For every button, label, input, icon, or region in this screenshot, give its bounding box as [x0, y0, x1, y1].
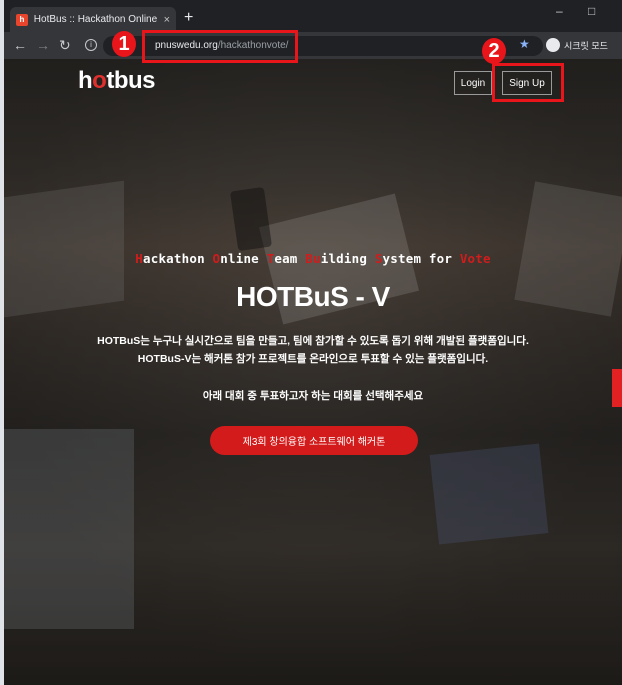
forward-arrow-icon[interactable]: → — [36, 37, 50, 53]
description-line-1: HOTBuS는 누구나 실시간으로 팀을 만들고, 팀에 참가할 수 있도록 돕… — [97, 335, 529, 347]
select-contest-instruction: 아래 대회 중 투표하고자 하는 대회를 선택해주세요 — [202, 390, 424, 402]
description-line-2: HOTBuS-V는 해커톤 참가 프로젝트를 온라인으로 투표할 수 있는 플랫… — [137, 353, 489, 365]
subtitle-initial: H — [135, 251, 143, 266]
subtitle-word: ilding — [320, 251, 375, 266]
browser-window: h HotBus :: Hackathon Online Vot × + – □… — [4, 0, 622, 685]
incognito-label[interactable]: 시크릿 모드 — [564, 39, 608, 52]
hero-subtitle: Hackathon Online Team Building System fo… — [4, 251, 622, 266]
new-tab-icon[interactable]: + — [184, 10, 193, 26]
hotbus-logo[interactable]: hotbus — [78, 67, 156, 95]
annotation-badge-2: 2 — [482, 38, 506, 64]
info-icon[interactable]: i — [85, 39, 97, 51]
side-red-tab — [612, 369, 622, 407]
subtitle-word: ackathon — [143, 251, 213, 266]
back-arrow-icon[interactable]: ← — [13, 37, 27, 53]
subtitle-word: nline — [220, 251, 267, 266]
subtitle-initial: S — [374, 251, 383, 266]
page-content: hotbus Login Sign Up Hackathon Online Te… — [4, 59, 622, 685]
subtitle-word: eam — [274, 251, 306, 266]
annotation-box-url — [142, 30, 298, 63]
close-tab-icon[interactable]: × — [164, 14, 170, 26]
tab-title: HotBus :: Hackathon Online Vot — [33, 14, 158, 25]
reload-icon[interactable]: ↻ — [59, 37, 71, 53]
browser-toolbar: ← → ↻ i pnuswedu.org/hackathonvote/ ★ 시크… — [4, 32, 622, 59]
browser-tab[interactable]: h HotBus :: Hackathon Online Vot × — [10, 7, 176, 32]
subtitle-word: ystem for — [382, 251, 460, 266]
annotation-box-signup — [492, 63, 564, 102]
hotbus-favicon-icon: h — [16, 13, 28, 26]
contest-select-button[interactable]: 제3회 창의융합 소프트웨어 해커톤 — [210, 426, 418, 455]
profile-icon[interactable] — [546, 38, 560, 52]
annotation-badge-1: 1 — [112, 31, 136, 57]
minimize-icon[interactable]: – — [556, 4, 563, 18]
login-button[interactable]: Login — [454, 71, 492, 95]
background-phone — [229, 186, 273, 252]
background-laptop-bottom-left — [4, 429, 134, 629]
tab-strip: h HotBus :: Hackathon Online Vot × + – □ — [4, 0, 622, 32]
star-icon[interactable]: ★ — [519, 37, 530, 51]
subtitle-initial: Vote — [459, 251, 491, 266]
subtitle-initial: Bu — [305, 251, 321, 266]
background-tablet — [429, 443, 549, 545]
hero-title: HOTBuS - V — [236, 281, 390, 312]
maximize-icon[interactable]: □ — [588, 4, 595, 18]
